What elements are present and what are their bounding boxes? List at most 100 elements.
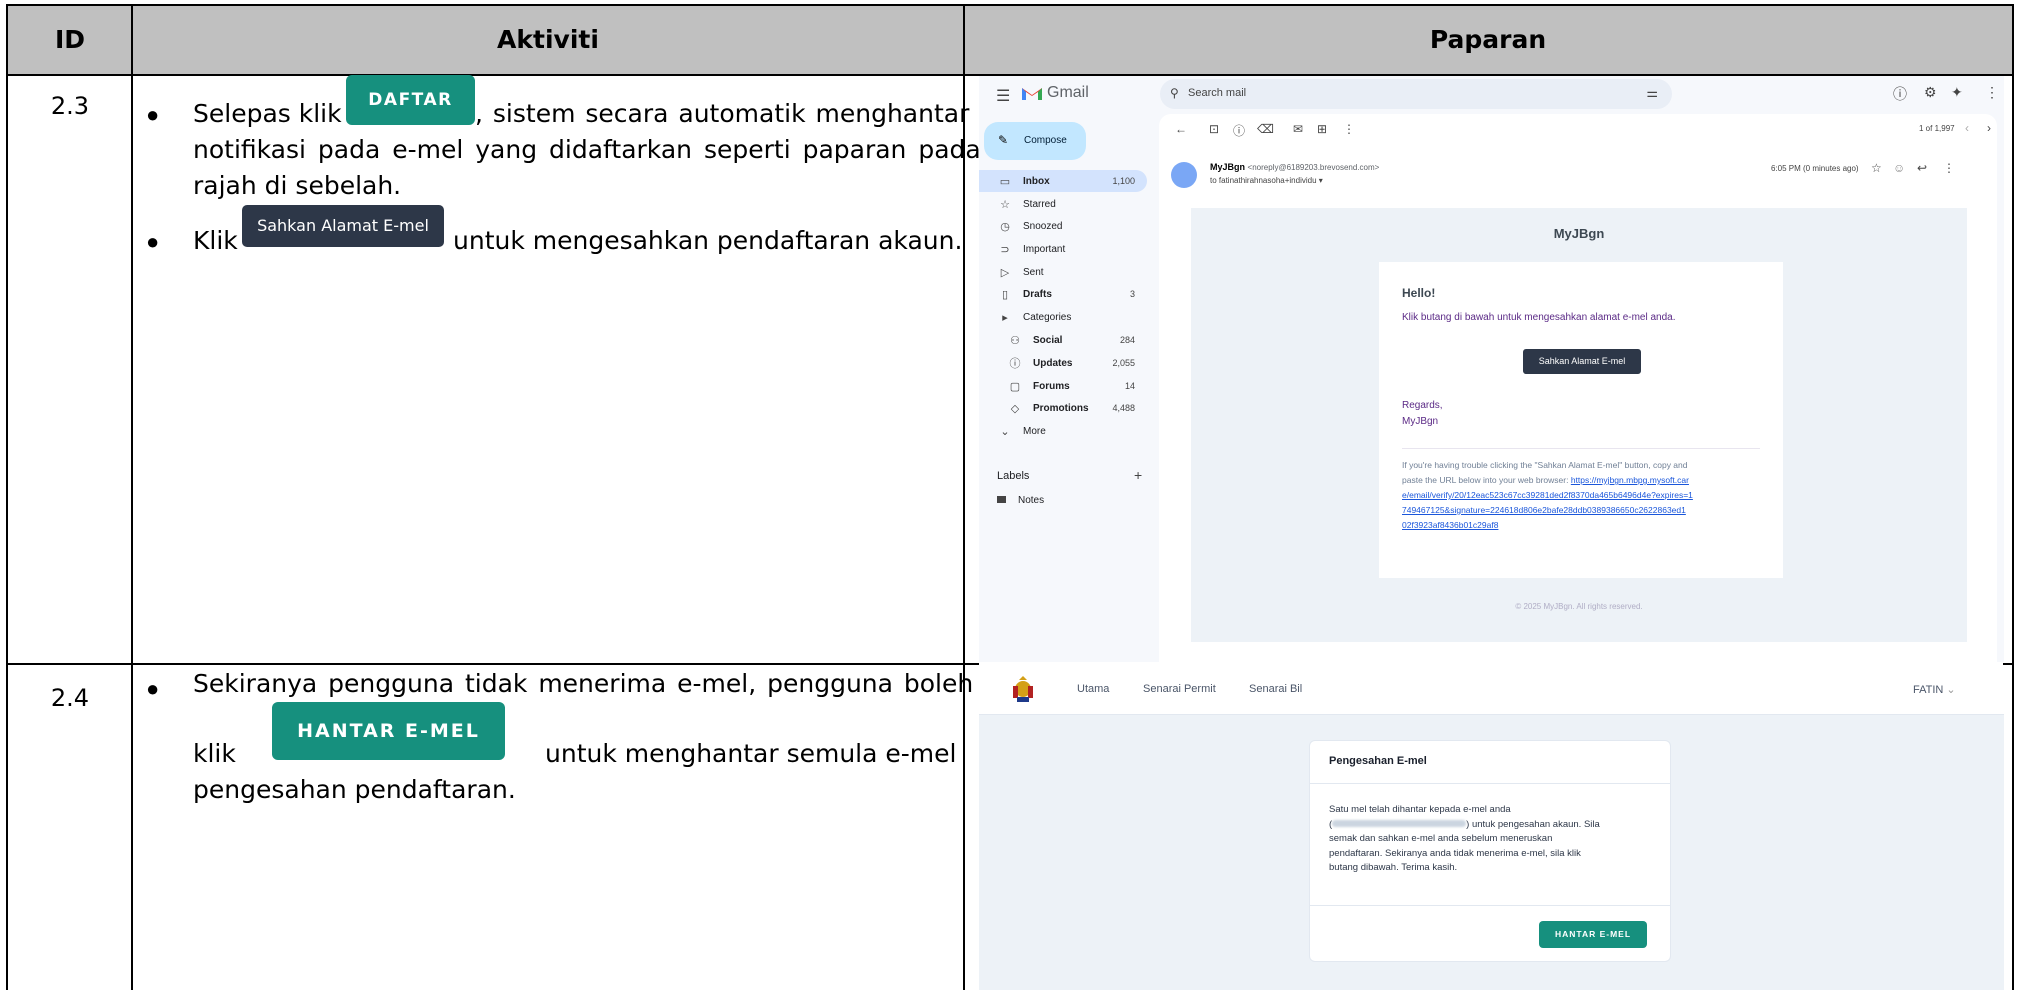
verify-link[interactable]: 749467125&signature=224618d806e2bafe28dd… — [1402, 503, 1693, 518]
sidebar-item-label: Drafts — [1023, 288, 1052, 300]
sidebar-item-label: Promotions — [1033, 402, 1089, 414]
people-icon: ⚇ — [1010, 334, 1020, 347]
avatar — [1171, 162, 1197, 188]
verify-link[interactable]: 02f3923af8436b01c29af8 — [1402, 518, 1693, 533]
bullet-icon: ● — [146, 676, 160, 701]
emoji-icon[interactable]: ☺ — [1893, 161, 1905, 175]
daftar-button: DAFTAR — [346, 75, 475, 125]
help-icon[interactable]: ⓘ — [1893, 84, 1907, 104]
label-icon: ▸ — [1002, 311, 1008, 324]
archive-icon[interactable]: ⊡ — [1209, 122, 1219, 136]
bullet-icon: ● — [146, 102, 160, 127]
resend-email-button[interactable]: HANTAR E-MEL — [1539, 921, 1647, 948]
header-activity: Aktiviti — [497, 25, 599, 54]
gmail-screenshot: ☰ Gmail ⚲ Search mail ⚌ ⓘ ⚙ ✦ ⋮⋮ ✎ Compo… — [979, 76, 2004, 662]
pagination: 1 of 1,997 — [1919, 124, 1955, 133]
gmail-brand: Gmail — [1047, 84, 1089, 101]
email-body: MyJBgn Hello! Klik butang di bawah untuk… — [1191, 208, 1967, 642]
star-icon[interactable]: ☆ — [1871, 161, 1882, 175]
email-brand: MyJBgn — [1553, 226, 1605, 241]
gmail-logo-icon — [1021, 85, 1043, 106]
nav-senarai-bil[interactable]: Senarai Bil — [1249, 683, 1302, 695]
verify-link[interactable]: https://myjbgn.mbpg.mysoft.car — [1571, 475, 1689, 485]
nav-utama[interactable]: Utama — [1077, 683, 1109, 695]
email-footer: © 2025 MyJBgn. All rights reserved. — [1515, 602, 1643, 611]
gear-icon[interactable]: ⚙ — [1924, 84, 1937, 101]
more-vert-icon[interactable]: ⋮ — [1343, 122, 1355, 136]
user-menu[interactable]: FATIN ⌄ — [1913, 683, 1956, 696]
sidebar-item-label: Inbox — [1023, 175, 1050, 187]
search-icon: ⚲ — [1170, 86, 1179, 100]
important-icon: ⊃ — [1000, 243, 1010, 256]
add-label-icon[interactable]: + — [1134, 467, 1142, 483]
sidebar-item-starred[interactable]: ☆ Starred — [979, 193, 1147, 215]
recipient-line[interactable]: to fatinathirahnasoha+individu ▾ — [1210, 176, 1323, 185]
back-arrow-icon[interactable]: ← — [1175, 122, 1187, 136]
sidebar-item-label: Social — [1033, 334, 1063, 346]
chevron-down-icon: ⌄ — [1946, 684, 1956, 696]
sidebar-item-sent[interactable]: ▷ Sent — [979, 261, 1147, 283]
header-view: Paparan — [1429, 25, 1547, 54]
clock-icon: ◷ — [1000, 220, 1010, 233]
search-input[interactable]: ⚲ Search mail ⚌ — [1160, 79, 1672, 109]
sidebar-item-promotions[interactable]: ◇ Promotions 4,488 — [979, 397, 1147, 419]
mark-unread-icon[interactable]: ✉ — [1293, 122, 1303, 136]
sahkan-email-button: Sahkan Alamat E-mel — [242, 205, 444, 247]
sidebar-item-label: Categories — [1023, 311, 1072, 323]
send-icon: ▷ — [1000, 266, 1010, 279]
sidebar-item-count: 14 — [1124, 381, 1135, 391]
sidebar-item-updates[interactable]: ⓘ Updates 2,055 — [979, 352, 1147, 374]
row-id: 2.3 — [50, 92, 90, 120]
portal-screenshot: Utama Senarai Permit Senarai Bil FATIN ⌄… — [979, 668, 2004, 990]
hantar-email-button: HANTAR E-MEL — [272, 702, 505, 760]
verification-card: Pengesahan E-mel Satu mel telah dihantar… — [1309, 740, 1671, 962]
sidebar-item-important[interactable]: ⊃ Important — [979, 238, 1147, 260]
card-title: Pengesahan E-mel — [1329, 755, 1427, 767]
sidebar-item-label: Updates — [1033, 357, 1073, 369]
draft-icon: ▯ — [1001, 288, 1009, 301]
tag-icon: ◇ — [1010, 402, 1020, 415]
search-placeholder: Search mail — [1188, 87, 1247, 99]
label-notes[interactable]: Notes — [997, 495, 1044, 506]
email-signature: MyJBgn — [1402, 416, 1439, 427]
nav-senarai-permit[interactable]: Senarai Permit — [1143, 683, 1216, 695]
filter-icon[interactable]: ⚌ — [1646, 85, 1658, 101]
pencil-icon: ✎ — [998, 133, 1009, 147]
crest-logo-icon — [1007, 674, 1039, 711]
card-message: Satu mel telah dihantar kepada e-mel and… — [1329, 804, 1600, 873]
sidebar-item-inbox[interactable]: ▭ Inbox 1,100 — [979, 170, 1147, 192]
sparkle-icon[interactable]: ✦ — [1951, 84, 1963, 101]
sidebar-item-label: Sent — [1023, 266, 1044, 278]
more-vert-icon[interactable]: ⋮ — [1943, 161, 1955, 175]
gmail-message-view: ← ⊡ ⓘ ⌫ ✉ ⊞ ⋮ 1 of 1,997 ‹ › MyJBgn <nor… — [1159, 114, 1997, 662]
info-icon: ⓘ — [1009, 358, 1021, 370]
portal-navbar: Utama Senarai Permit Senarai Bil FATIN ⌄ — [979, 668, 2004, 715]
sidebar-item-drafts[interactable]: ▯ Drafts 3 — [979, 283, 1147, 305]
verify-email-button[interactable]: Sahkan Alamat E-mel — [1523, 349, 1641, 374]
chevron-left-icon[interactable]: ‹ — [1965, 121, 1969, 135]
chevron-right-icon[interactable]: › — [1987, 121, 1991, 135]
activity-text: Selepas klik — [193, 99, 342, 128]
menu-icon[interactable]: ☰ — [996, 86, 1010, 106]
header-id: ID — [54, 25, 86, 54]
sidebar-item-social[interactable]: ⚇ Social 284 — [979, 329, 1147, 351]
sidebar-item-forums[interactable]: ▢ Forums 14 — [979, 375, 1147, 397]
sidebar-item-categories[interactable]: ▸ Categories — [979, 306, 1147, 328]
reply-icon[interactable]: ↩ — [1917, 161, 1927, 175]
sidebar-item-label: Forums — [1033, 380, 1070, 392]
verify-link[interactable]: e/email/verify/20/12eac523c67cc39281ded2… — [1402, 488, 1693, 503]
trash-icon[interactable]: ⌫ — [1257, 122, 1274, 136]
compose-button[interactable]: ✎ Compose — [984, 122, 1086, 160]
sidebar-item-label: Important — [1023, 243, 1066, 255]
activity-text: klik — [193, 739, 236, 768]
email-regards: Regards, — [1402, 400, 1443, 411]
apps-icon[interactable]: ⋮⋮ — [1985, 84, 2004, 101]
activity-text: Sekiranya pengguna tidak menerima e-mel,… — [193, 669, 974, 698]
report-spam-icon[interactable]: ⓘ — [1233, 122, 1245, 139]
inbox-icon: ▭ — [999, 175, 1011, 188]
sidebar-item-snoozed[interactable]: ◷ Snoozed — [979, 215, 1147, 237]
activity-text: untuk mengesahkan pendaftaran akaun. — [453, 226, 963, 255]
sidebar-item-more[interactable]: ⌄ More — [979, 420, 1147, 442]
sidebar-item-count: 3 — [1129, 289, 1135, 299]
move-to-icon[interactable]: ⊞ — [1317, 122, 1327, 136]
